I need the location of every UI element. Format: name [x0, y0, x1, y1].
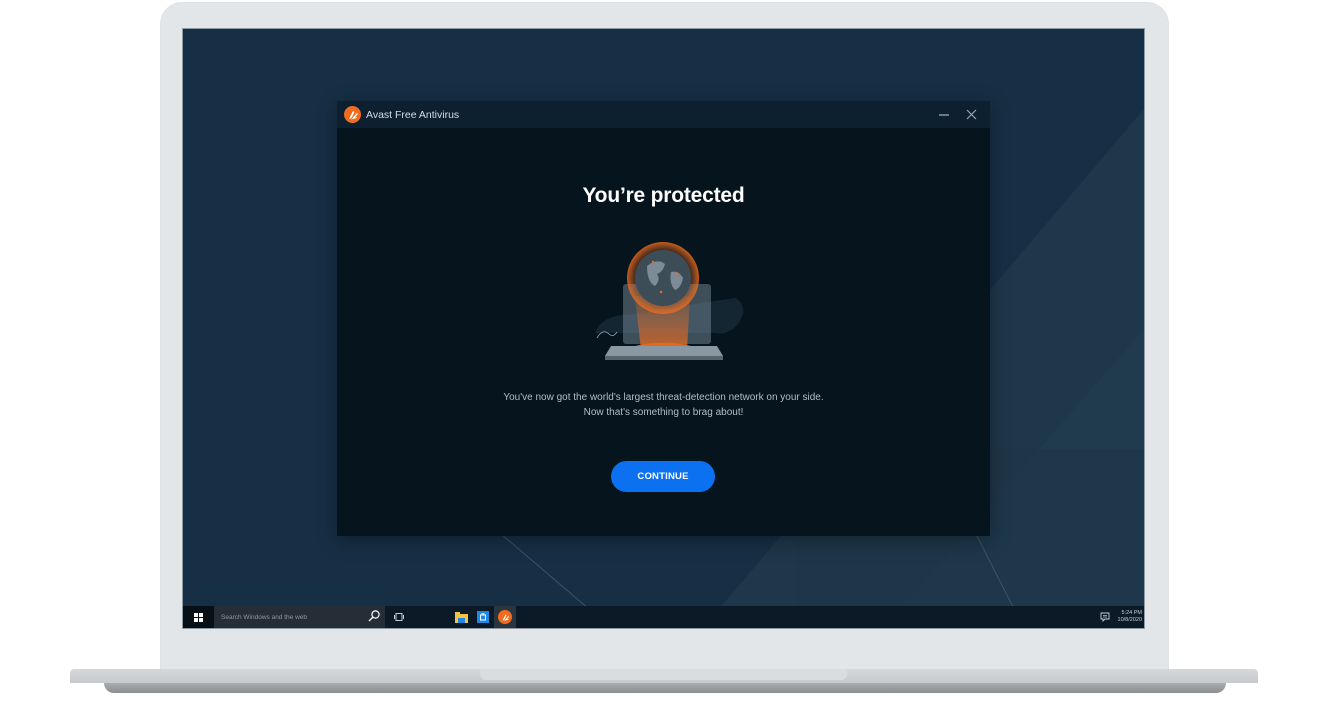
avast-icon	[498, 610, 512, 624]
desktop-screen: Avast Free Antivirus You’re protected Yo…	[182, 28, 1145, 629]
close-button[interactable]	[957, 101, 985, 128]
laptop-base-notch	[480, 669, 847, 680]
avast-window: Avast Free Antivirus You’re protected Yo…	[337, 101, 990, 536]
taskbar-app-store[interactable]	[472, 606, 494, 628]
description-line-2: Now that's something to brag about!	[583, 407, 744, 418]
clock[interactable]: 5:24 PM 10/8/2020	[1118, 610, 1142, 624]
search-icon[interactable]	[367, 609, 381, 623]
taskbar-app-file-explorer[interactable]	[450, 606, 472, 628]
clock-time: 5:24 PM	[1121, 610, 1142, 616]
laptop-mockup: Avast Free Antivirus You’re protected Yo…	[0, 0, 1329, 701]
description-line-1: You've now got the world's largest threa…	[503, 392, 824, 403]
laptop-base-bottom	[104, 683, 1226, 693]
window-titlebar: Avast Free Antivirus	[337, 101, 990, 128]
taskbar-search[interactable]: Search Windows and the web	[214, 606, 385, 628]
minimize-button[interactable]	[930, 101, 958, 128]
taskbar-app-avast[interactable]	[494, 606, 516, 628]
system-tray: 5:24 PM 10/8/2020	[1100, 606, 1142, 628]
page-title: You’re protected	[582, 184, 745, 207]
task-view-button[interactable]	[392, 606, 406, 628]
avast-logo-icon	[344, 106, 361, 123]
minimize-icon	[939, 113, 949, 116]
action-center-icon[interactable]	[1100, 612, 1110, 622]
window-title: Avast Free Antivirus	[366, 108, 460, 121]
close-icon	[966, 109, 976, 120]
globe-over-laptop-illustration	[595, 242, 744, 360]
continue-button[interactable]: CONTINUE	[611, 461, 715, 492]
search-input[interactable]: Search Windows and the web	[221, 614, 307, 621]
start-button[interactable]	[183, 606, 214, 628]
store-icon	[477, 611, 489, 623]
window-content: You’re protected You've now got the worl…	[337, 128, 990, 536]
description: You've now got the world's largest threa…	[337, 390, 990, 420]
task-view-icon	[394, 613, 404, 621]
clock-date: 10/8/2020	[1117, 617, 1142, 623]
windows-start-icon	[194, 612, 203, 622]
file-explorer-icon	[454, 611, 468, 623]
taskbar: Search Windows and the web 5:24 PM 10/8/…	[183, 606, 1144, 628]
